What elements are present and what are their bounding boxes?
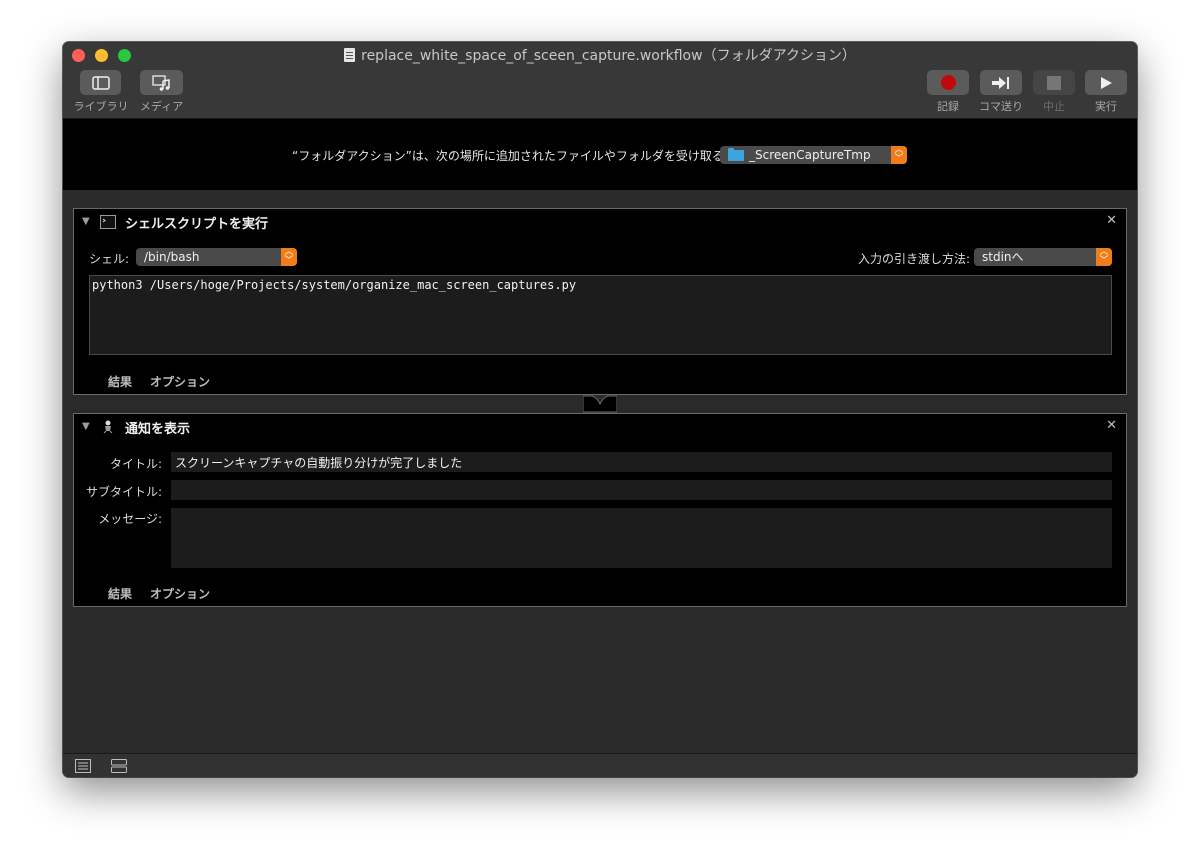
step-icon (992, 76, 1009, 89)
disclosure-triangle-icon[interactable]: ▼ (82, 216, 90, 227)
terminal-icon (100, 215, 116, 229)
input-method-popup[interactable]: stdinへ ︿ ﹀ (974, 248, 1112, 266)
popup-arrows-icon: ︿ ﹀ (1096, 248, 1112, 266)
folder-icon (728, 148, 744, 161)
record-button[interactable] (927, 70, 969, 95)
log-list-icon[interactable] (75, 759, 91, 773)
folder-popup-value: _ScreenCaptureTmp (749, 148, 871, 162)
notification-icon (103, 420, 113, 434)
record-label: 記録 (937, 100, 959, 113)
shell-popup[interactable]: /bin/bash ︿ ﹀ (136, 248, 297, 266)
folder-action-description: “フォルダアクション”は、次の場所に追加されたファイルやフォルダを受け取る: (292, 149, 728, 163)
notification-action-title: 通知を表示 (125, 422, 191, 437)
media-icon (151, 74, 170, 91)
subtitle-field[interactable] (171, 480, 1112, 500)
input-method-value: stdinへ (982, 250, 1024, 264)
disclosure-triangle-icon[interactable]: ▼ (82, 421, 90, 432)
status-bar (63, 753, 1137, 777)
play-icon (1101, 76, 1112, 89)
stop-label: 中止 (1043, 100, 1065, 113)
results-tab[interactable]: 結果 (108, 373, 132, 390)
input-method-label: 入力の引き渡し方法: (858, 252, 971, 266)
workflow-document-icon (344, 48, 356, 62)
notification-action: ▼ 通知を表示 ✕ タイトル: スクリーンキャプチャの自動振り分けが完了しました… (73, 413, 1127, 607)
library-button[interactable] (80, 70, 121, 95)
shell-action-title: シェルスクリプトを実行 (125, 217, 269, 232)
stop-icon (1047, 75, 1061, 90)
media-button[interactable] (140, 70, 183, 95)
folder-popup[interactable]: _ScreenCaptureTmp ︿ ﹀ (720, 146, 907, 164)
record-icon (940, 75, 956, 90)
popup-arrows-icon: ︿ ﹀ (891, 146, 907, 164)
close-action-icon[interactable]: ✕ (1106, 213, 1117, 228)
subtitle-label: サブタイトル: (85, 485, 162, 499)
library-label: ライブラリ (73, 100, 129, 113)
sidebar-icon (91, 75, 110, 90)
window-title-wrap: replace_white_space_of_sceen_capture.wor… (63, 46, 1137, 66)
window-title: replace_white_space_of_sceen_capture.wor… (361, 48, 856, 64)
media-label: メディア (139, 100, 184, 113)
step-label: コマ送り (979, 100, 1023, 113)
options-tab[interactable]: オプション (150, 585, 210, 602)
run-button[interactable] (1085, 70, 1127, 95)
options-tab[interactable]: オプション (150, 373, 210, 390)
shell-script-action: ▼ シェルスクリプトを実行 ✕ シェル: /bin/bash ︿ ﹀ 入力の引き渡… (73, 208, 1127, 395)
action-connector-icon (583, 395, 617, 413)
folder-action-bar: “フォルダアクション”は、次の場所に追加されたファイルやフォルダを受け取る: _… (63, 119, 1137, 190)
shell-popup-value: /bin/bash (144, 250, 200, 264)
title-bar: replace_white_space_of_sceen_capture.wor… (63, 42, 1137, 119)
close-action-icon[interactable]: ✕ (1106, 418, 1117, 433)
step-button[interactable] (980, 70, 1022, 95)
title-field[interactable]: スクリーンキャプチャの自動振り分けが完了しました (171, 452, 1112, 472)
script-editor[interactable]: python3 /Users/hoge/Projects/system/orga… (89, 275, 1112, 355)
shell-label: シェル: (89, 252, 130, 266)
title-label: タイトル: (109, 457, 162, 471)
stop-button[interactable] (1033, 70, 1075, 95)
message-label: メッセージ: (98, 512, 162, 526)
automator-window: replace_white_space_of_sceen_capture.wor… (63, 42, 1137, 777)
variables-icon[interactable] (111, 759, 127, 773)
popup-arrows-icon: ︿ ﹀ (281, 248, 297, 266)
run-label: 実行 (1095, 100, 1117, 113)
results-tab[interactable]: 結果 (108, 585, 132, 602)
message-field[interactable] (171, 508, 1112, 568)
